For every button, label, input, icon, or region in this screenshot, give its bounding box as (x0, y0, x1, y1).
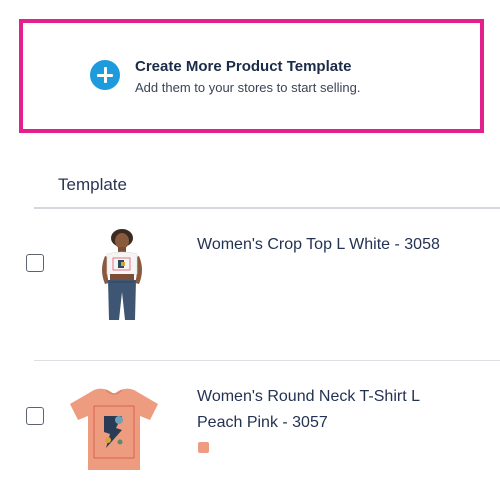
color-swatch (198, 442, 209, 453)
header-divider (34, 207, 500, 209)
create-template-card[interactable]: Create More Product Template Add them to… (19, 19, 484, 133)
row-divider (34, 360, 500, 361)
row-checkbox[interactable] (26, 407, 44, 425)
crop-top-product-image[interactable] (77, 228, 167, 323)
create-template-title[interactable]: Create More Product Template (135, 58, 351, 75)
row-checkbox[interactable] (26, 254, 44, 272)
create-template-subtitle: Add them to your stores to start selling… (135, 80, 361, 95)
template-column-header: Template (58, 175, 127, 194)
round-neck-tshirt-product-image[interactable] (64, 384, 164, 474)
plus-circle-icon[interactable] (90, 60, 120, 90)
product-name[interactable]: Women's Crop Top L White - 3058 (197, 232, 440, 258)
product-name[interactable]: Women's Round Neck T-Shirt L Peach Pink … (197, 384, 457, 436)
